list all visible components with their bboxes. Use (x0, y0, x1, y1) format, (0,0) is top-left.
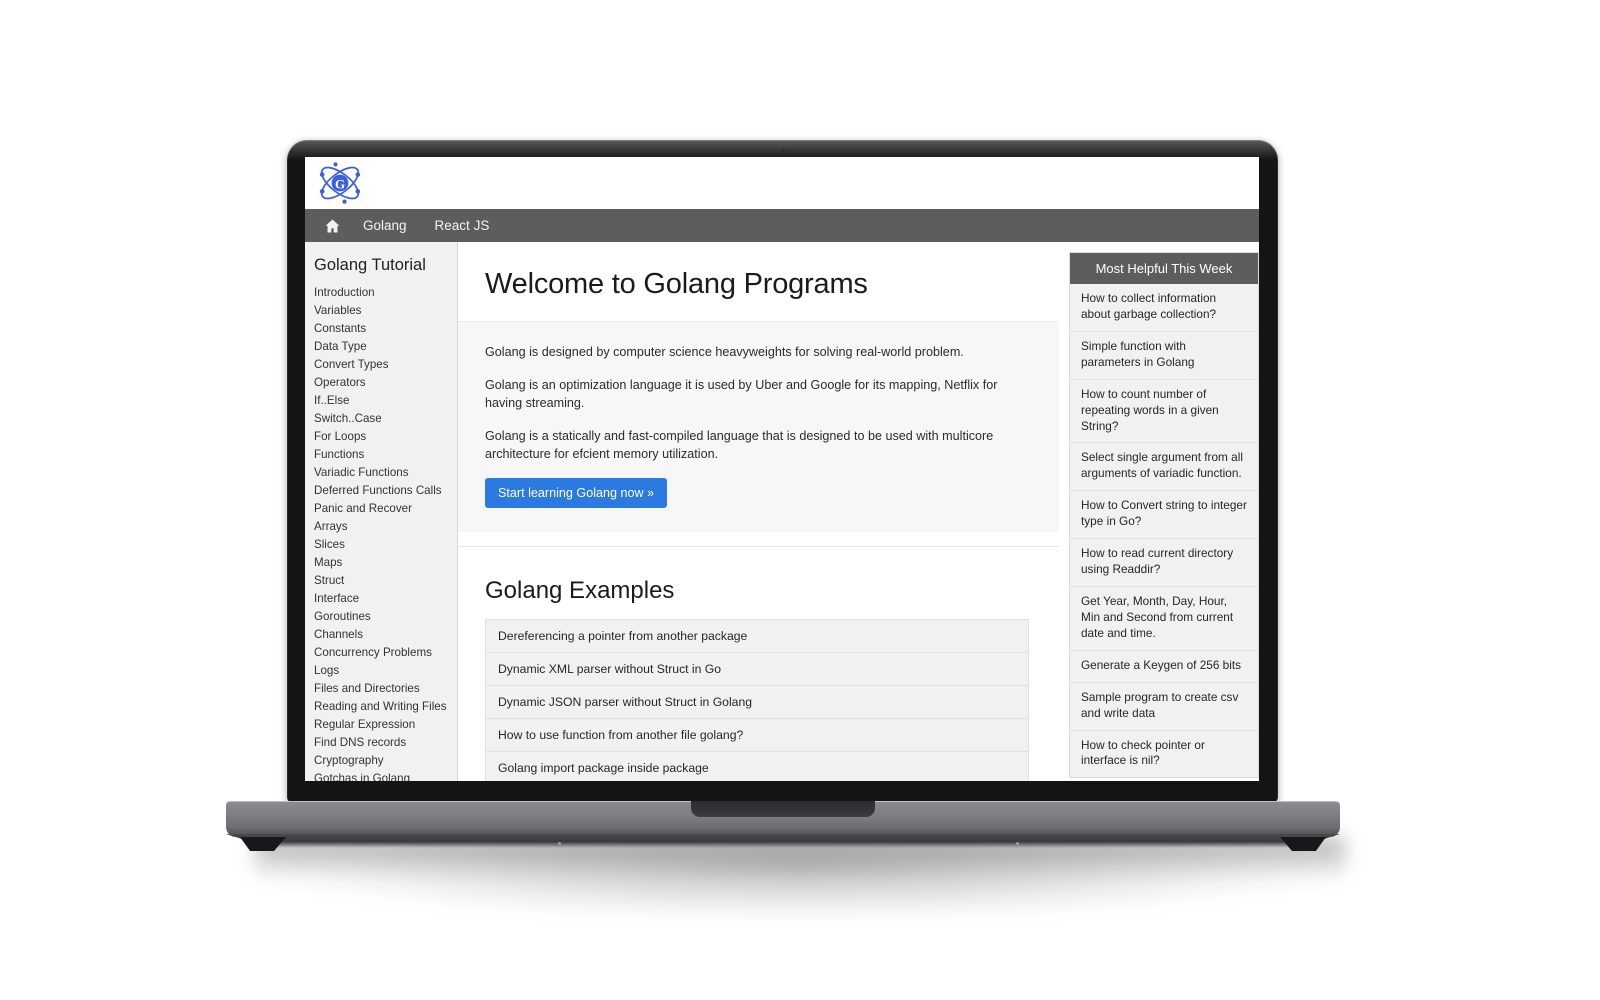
nav-item-golang[interactable]: Golang (349, 209, 421, 242)
site-logo[interactable]: G (314, 160, 366, 206)
sidebar-item-logs[interactable]: Logs (314, 662, 457, 680)
sidebar-item-switch-case[interactable]: Switch..Case (314, 410, 457, 428)
list-item[interactable]: Golang import package inside package (486, 752, 1028, 781)
home-icon[interactable] (315, 219, 349, 233)
sidebar-item-deferred-functions-calls[interactable]: Deferred Functions Calls (314, 482, 457, 500)
list-item[interactable]: Dereferencing a pointer from another pac… (486, 620, 1028, 654)
hero-section: Welcome to Golang Programs (458, 242, 1059, 321)
laptop-base-dot-left (558, 842, 561, 845)
laptop-base-bevel (226, 834, 1340, 848)
sidebar-item-constants[interactable]: Constants (314, 320, 457, 338)
sidebar-item-goroutines[interactable]: Goroutines (314, 608, 457, 626)
intro-section: Golang is designed by computer science h… (458, 321, 1059, 533)
list-item[interactable]: Dynamic JSON parser without Struct in Go… (486, 686, 1028, 720)
sidebar-item-slices[interactable]: Slices (314, 536, 457, 554)
list-item[interactable]: How to use function from another file go… (486, 719, 1028, 753)
atom-g-logo-icon: G (319, 162, 361, 204)
examples-section: Golang Examples Dereferencing a pointer … (458, 546, 1059, 781)
sidebar-item-struct[interactable]: Struct (314, 572, 457, 590)
most-helpful-panel: Most Helpful This Week How to collect in… (1069, 252, 1259, 779)
browser-viewport: G Golang React JS Golang Tutorial Introd… (305, 157, 1259, 781)
list-item[interactable]: How to check pointer or interface is nil… (1070, 731, 1258, 778)
sidebar-item-gotchas-in-golang[interactable]: Gotchas in Golang (314, 770, 457, 781)
sidebar-item-panic-and-recover[interactable]: Panic and Recover (314, 500, 457, 518)
examples-heading: Golang Examples (485, 577, 675, 605)
list-item[interactable]: How to collect information about garbage… (1070, 284, 1258, 332)
webcam-icon (780, 148, 785, 152)
sidebar-item-if-else[interactable]: If..Else (314, 392, 457, 410)
list-item[interactable]: Simple function with parameters in Golan… (1070, 332, 1258, 380)
sidebar-item-reading-and-writing-files[interactable]: Reading and Writing Files (314, 698, 457, 716)
laptop-foot-right (1280, 837, 1326, 851)
logo-letter: G (335, 176, 345, 191)
sidebar-item-for-loops[interactable]: For Loops (314, 428, 457, 446)
laptop-base-dot-right (1016, 842, 1019, 845)
list-item[interactable]: How to read current directory using Read… (1070, 539, 1258, 587)
sidebar-item-variadic-functions[interactable]: Variadic Functions (314, 464, 457, 482)
home-glyph-icon (325, 219, 339, 232)
screenshot-stage: G Golang React JS Golang Tutorial Introd… (0, 0, 1600, 1000)
intro-paragraph-3: Golang is a statically and fast-compiled… (485, 428, 994, 461)
sidebar-item-concurrency-problems[interactable]: Concurrency Problems (314, 644, 457, 662)
sidebar-item-find-dns-records[interactable]: Find DNS records (314, 734, 457, 752)
right-sidebar: Most Helpful This Week How to collect in… (1059, 242, 1259, 781)
sidebar-title: Golang Tutorial (314, 256, 426, 274)
sidebar-item-cryptography[interactable]: Cryptography (314, 752, 457, 770)
most-helpful-title: Most Helpful This Week (1070, 253, 1258, 284)
sidebar-item-files-and-directories[interactable]: Files and Directories (314, 680, 457, 698)
page-title: Welcome to Golang Programs (485, 268, 868, 300)
sidebar-item-regular-expression[interactable]: Regular Expression (314, 716, 457, 734)
list-item[interactable]: How to count number of repeating words i… (1070, 380, 1258, 444)
list-item[interactable]: Select single argument from all argument… (1070, 443, 1258, 492)
nav-item-react-js[interactable]: React JS (421, 209, 504, 242)
main-navbar: Golang React JS (305, 209, 1259, 242)
laptop-base-notch (691, 801, 875, 817)
sidebar-item-functions[interactable]: Functions (314, 446, 457, 464)
sidebar-item-maps[interactable]: Maps (314, 554, 457, 572)
sidebar-item-operators[interactable]: Operators (314, 374, 457, 392)
laptop-base (226, 801, 1340, 851)
sidebar-item-channels[interactable]: Channels (314, 626, 457, 644)
laptop-foot-left (240, 837, 286, 851)
examples-list: Dereferencing a pointer from another pac… (485, 619, 1029, 781)
page-body: Golang Tutorial Introduction Variables C… (305, 242, 1259, 781)
sidebar-item-variables[interactable]: Variables (314, 302, 457, 320)
main-content: Welcome to Golang Programs Golang is des… (458, 242, 1059, 781)
left-sidebar: Golang Tutorial Introduction Variables C… (305, 242, 458, 781)
list-item[interactable]: How to Convert string to integer type in… (1070, 491, 1258, 540)
sidebar-item-interface[interactable]: Interface (314, 590, 457, 608)
list-item[interactable]: Dynamic XML parser without Struct in Go (486, 653, 1028, 687)
sidebar-item-introduction[interactable]: Introduction (314, 284, 457, 302)
sidebar-item-data-type[interactable]: Data Type (314, 338, 457, 356)
intro-paragraph-2: Golang is an optimization language it is… (485, 377, 998, 410)
start-learning-button[interactable]: Start learning Golang now » (485, 478, 668, 509)
sidebar-item-convert-types[interactable]: Convert Types (314, 356, 457, 374)
list-item[interactable]: Sample program to create csv and write d… (1070, 683, 1258, 731)
list-item[interactable]: Get Year, Month, Day, Hour, Min and Seco… (1070, 587, 1258, 651)
list-item[interactable]: Generate a Keygen of 256 bits (1070, 651, 1258, 683)
site-header: G (305, 157, 1259, 209)
sidebar-item-arrays[interactable]: Arrays (314, 518, 457, 536)
intro-paragraph-1: Golang is designed by computer science h… (485, 345, 964, 359)
